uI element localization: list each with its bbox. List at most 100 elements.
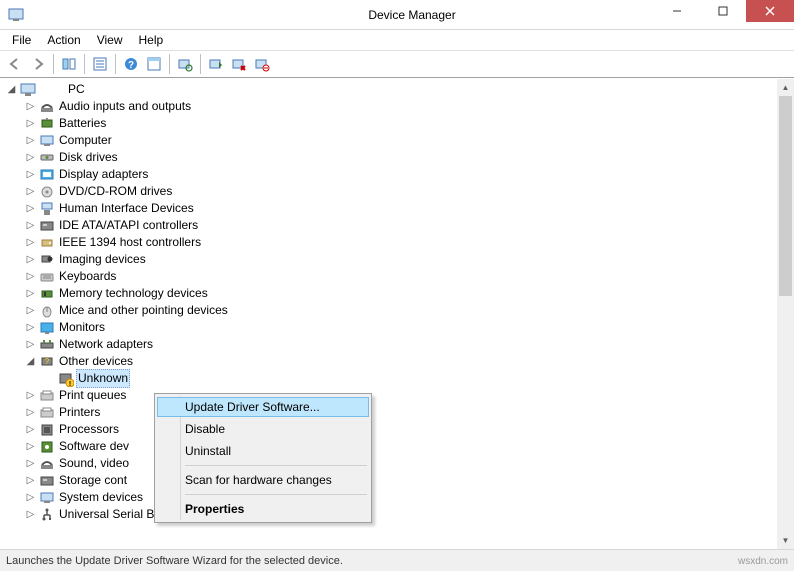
- expand-icon[interactable]: ▷: [25, 339, 36, 350]
- category-label: IEEE 1394 host controllers: [59, 234, 201, 251]
- collapse-icon[interactable]: ◢: [6, 84, 17, 95]
- category-label: Sound, video: [59, 455, 129, 472]
- tree-category[interactable]: ▷Human Interface Devices: [25, 200, 777, 217]
- expand-icon[interactable]: ▷: [25, 152, 36, 163]
- device-category-icon: [39, 303, 55, 319]
- expand-icon[interactable]: ▷: [25, 509, 36, 520]
- svg-text:?: ?: [45, 357, 50, 366]
- expand-icon[interactable]: ▷: [25, 424, 36, 435]
- maximize-button[interactable]: [700, 0, 746, 22]
- collapse-icon[interactable]: ◢: [25, 356, 36, 367]
- category-label: Network adapters: [59, 336, 153, 353]
- device-category-icon: [39, 507, 55, 523]
- category-label: System devices: [59, 489, 143, 506]
- properties-button[interactable]: [89, 53, 111, 75]
- tree-category[interactable]: ▷Computer: [25, 132, 777, 149]
- device-category-icon: [39, 422, 55, 438]
- app-icon: [8, 7, 24, 23]
- expand-icon[interactable]: ▷: [25, 441, 36, 452]
- tree-root[interactable]: ◢ PC: [6, 81, 777, 98]
- expand-icon[interactable]: ▷: [25, 101, 36, 112]
- vertical-scrollbar[interactable]: ▲ ▼: [777, 79, 794, 549]
- separator: [84, 54, 85, 74]
- scan-hardware-button[interactable]: [174, 53, 196, 75]
- tree-category[interactable]: ▷Audio inputs and outputs: [25, 98, 777, 115]
- tree-category[interactable]: ▷ System devices: [25, 489, 777, 506]
- tree-category[interactable]: ▷Keyboards: [25, 268, 777, 285]
- tree-category[interactable]: ◢?Other devices: [25, 353, 777, 370]
- svg-text:!: !: [69, 381, 71, 387]
- expand-icon[interactable]: ▷: [25, 169, 36, 180]
- help-button[interactable]: ?: [120, 53, 142, 75]
- tree-device-unknown[interactable]: ! Unknown: [44, 370, 777, 387]
- ctx-uninstall[interactable]: Uninstall: [157, 440, 369, 462]
- back-button[interactable]: [4, 53, 26, 75]
- show-hide-console-button[interactable]: [58, 53, 80, 75]
- device-category-icon: [39, 456, 55, 472]
- scroll-thumb[interactable]: [779, 96, 792, 296]
- expand-icon[interactable]: ▷: [25, 118, 36, 129]
- menu-help[interactable]: Help: [131, 31, 172, 49]
- tree-category[interactable]: ▷ IEEE 1394 host controllers: [25, 234, 777, 251]
- ctx-scan[interactable]: Scan for hardware changes: [157, 469, 369, 491]
- expand-icon[interactable]: ▷: [25, 407, 36, 418]
- update-driver-button[interactable]: [205, 53, 227, 75]
- scroll-down-button[interactable]: ▼: [777, 532, 794, 549]
- tree-category[interactable]: ▷Memory technology devices: [25, 285, 777, 302]
- device-category-icon: [39, 184, 55, 200]
- expand-icon[interactable]: ▷: [25, 458, 36, 469]
- expand-icon[interactable]: ▷: [25, 271, 36, 282]
- category-label: DVD/CD-ROM drives: [59, 183, 172, 200]
- menu-action[interactable]: Action: [39, 31, 88, 49]
- expand-icon[interactable]: ▷: [25, 288, 36, 299]
- ctx-label: Disable: [185, 422, 225, 436]
- ctx-disable[interactable]: Disable: [157, 418, 369, 440]
- expand-icon[interactable]: ▷: [25, 492, 36, 503]
- category-label: Printers: [59, 404, 100, 421]
- tree-category[interactable]: ▷Disk drives: [25, 149, 777, 166]
- device-tree[interactable]: ◢ PC ▷Audio inputs and outputs▷Batteries…: [0, 79, 777, 549]
- disable-button[interactable]: [251, 53, 273, 75]
- tree-category[interactable]: ▷ Network adapters: [25, 336, 777, 353]
- category-label: IDE ATA/ATAPI controllers: [59, 217, 198, 234]
- forward-button[interactable]: [27, 53, 49, 75]
- tree-category[interactable]: ▷ IDE ATA/ATAPI controllers: [25, 217, 777, 234]
- tree-category[interactable]: ▷ Printers: [25, 404, 777, 421]
- tree-category[interactable]: ▷Processors: [25, 421, 777, 438]
- device-category-icon: [39, 286, 55, 302]
- action-dropdown-button[interactable]: [143, 53, 165, 75]
- tree-category[interactable]: ▷Batteries: [25, 115, 777, 132]
- uninstall-button[interactable]: [228, 53, 250, 75]
- expand-icon[interactable]: ▷: [25, 254, 36, 265]
- separator: [115, 54, 116, 74]
- tree-category[interactable]: ▷Universal Serial Bus controllers: [25, 506, 777, 523]
- expand-icon[interactable]: ▷: [25, 322, 36, 333]
- menu-file[interactable]: File: [4, 31, 39, 49]
- category-label: Display adapters: [59, 166, 148, 183]
- tree-category[interactable]: ▷Imaging devices: [25, 251, 777, 268]
- expand-icon[interactable]: ▷: [25, 220, 36, 231]
- tree-category[interactable]: ▷Mice and other pointing devices: [25, 302, 777, 319]
- expand-icon[interactable]: ▷: [25, 237, 36, 248]
- minimize-button[interactable]: [654, 0, 700, 22]
- expand-icon[interactable]: ▷: [25, 305, 36, 316]
- tree-category[interactable]: ▷ Sound, video: [25, 455, 777, 472]
- ctx-update-driver[interactable]: Update Driver Software...: [157, 397, 369, 417]
- tree-category[interactable]: ▷Software dev: [25, 438, 777, 455]
- menubar: File Action View Help: [0, 30, 794, 50]
- expand-icon[interactable]: ▷: [25, 135, 36, 146]
- close-button[interactable]: [746, 0, 794, 22]
- tree-category[interactable]: ▷ Display adapters: [25, 166, 777, 183]
- ctx-properties[interactable]: Properties: [157, 498, 369, 520]
- expand-icon[interactable]: ▷: [25, 203, 36, 214]
- tree-category[interactable]: ▷Monitors: [25, 319, 777, 336]
- expand-icon[interactable]: ▷: [25, 186, 36, 197]
- expand-icon[interactable]: ▷: [25, 390, 36, 401]
- tree-category[interactable]: ▷Storage cont: [25, 472, 777, 489]
- expand-icon[interactable]: ▷: [25, 475, 36, 486]
- menu-view[interactable]: View: [89, 31, 131, 49]
- scroll-up-button[interactable]: ▲: [777, 79, 794, 96]
- tree-category[interactable]: ▷ DVD/CD-ROM drives: [25, 183, 777, 200]
- tree-category[interactable]: ▷Print queues: [25, 387, 777, 404]
- device-label: Unknown: [76, 369, 130, 388]
